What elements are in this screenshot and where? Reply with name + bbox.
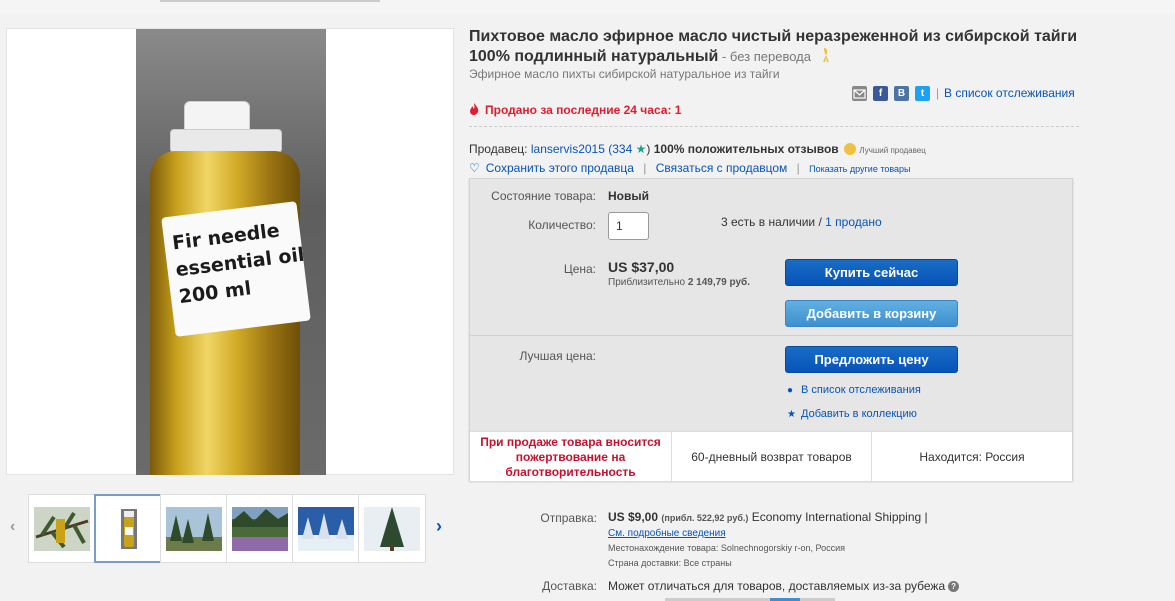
heart-icon: ♡ (469, 161, 480, 175)
title-separator: - (718, 49, 730, 64)
make-offer-button[interactable]: Предложить цену (785, 346, 958, 373)
thumbnail-mountain-meadow[interactable] (226, 494, 294, 563)
add-collection-label: Добавить в коллекцию (801, 408, 917, 420)
buybox-watch-link[interactable]: ● В список отслеживания (787, 384, 921, 396)
product-subtitle: Эфирное масло пихты сибирской натурально… (469, 67, 780, 81)
bottle-label: Fir needle essential oil 200 ml (161, 201, 311, 337)
shipping-details-link[interactable]: См. подробные сведения (608, 528, 726, 539)
bottle-thumb-image (101, 507, 157, 551)
shipping-price: US $9,00 (608, 510, 659, 524)
add-to-cart-button[interactable]: Добавить в корзину (785, 300, 958, 327)
top-strip (0, 0, 1175, 14)
stock-info: 3 есть в наличии / 1 продано (721, 215, 882, 229)
approx-value: 2 149,79 руб. (687, 277, 751, 288)
thumbnail-prev-icon[interactable]: ‹ (10, 518, 15, 536)
contact-seller-link[interactable]: Связаться с продавцом (656, 161, 788, 175)
thumbnail-next-icon[interactable]: › (436, 516, 442, 537)
meadow-thumb-image (232, 507, 288, 551)
approx-prefix: Приблизительно (608, 277, 688, 288)
item-location: Местонахождение товара: Solnechnogorskiy… (608, 543, 845, 553)
other-items-link[interactable]: Показать другие товары (809, 164, 910, 174)
star-icon: ★ (787, 409, 796, 420)
bottle-graphic: Fir needle essential oil 200 ml (150, 91, 311, 475)
delivery-text: Может отличаться для товаров, доставляем… (608, 579, 946, 593)
charity-text[interactable]: При продаже товара вносится пожертвовани… (470, 435, 671, 480)
sold-24h-text: Продано за последние 24 часа: 1 (485, 103, 682, 117)
sold-24h-alert: Продано за последние 24 часа: 1 (469, 102, 681, 117)
snow-forest-thumb-image (298, 507, 354, 551)
location-cell: Находится: Россия (872, 432, 1072, 482)
ribbon-icon (823, 48, 830, 62)
returns-text: 60-дневный возврат товаров (691, 450, 852, 464)
buy-box: Состояние товара: Новый Количество: 1 3 … (469, 178, 1073, 482)
seller-actions: ♡ Сохранить этого продавца | Связаться с … (469, 161, 911, 175)
shipping-service: Economy International Shipping | (751, 510, 928, 524)
bottle-label-text: Fir needle essential oil 200 ml (171, 219, 306, 309)
product-title: Пихтовое масло эфирное масло чистый нера… (469, 27, 1089, 67)
thumbnail-fir-tree[interactable] (358, 494, 426, 563)
add-collection-link[interactable]: ★ Добавить в коллекцию (787, 408, 917, 420)
top-seller-medal-icon (844, 143, 857, 155)
seller-info: Продавец: lanservis2015 (334 ★) 100% пол… (469, 141, 926, 156)
seller-label: Продавец: (469, 142, 528, 156)
save-seller-link[interactable]: Сохранить этого продавца (486, 161, 634, 175)
thumbnail-bottle[interactable] (94, 494, 162, 563)
feedback-close-paren: ) (646, 142, 651, 156)
buybox-info-cells: При продаже товара вносится пожертвовани… (470, 431, 1072, 482)
price-value: US $37,00 (608, 259, 675, 275)
seller-separator-2: | (796, 161, 800, 175)
share-separator: | (936, 86, 940, 100)
delivery-value: Может отличаться для товаров, доставляем… (608, 579, 960, 593)
buy-now-button[interactable]: Купить сейчас (785, 259, 958, 286)
shipping-approx: (прибл. 522,92 руб.) (661, 513, 749, 523)
flame-icon (470, 103, 479, 115)
seller-separator-1: | (643, 161, 647, 175)
condition-label: Состояние товара: (491, 189, 596, 203)
email-icon[interactable] (852, 86, 867, 101)
info-icon[interactable]: ? (948, 581, 960, 592)
ship-to-countries: Страна доставки: Все страны (608, 558, 732, 568)
thumbnail-snow-forest[interactable] (292, 494, 360, 563)
cap-base (170, 129, 282, 153)
shipping-value: US $9,00 (прибл. 522,92 руб.) Economy In… (608, 510, 928, 524)
delivery-label: Доставка: (542, 579, 597, 593)
charity-cell: При продаже товара вносится пожертвовани… (470, 432, 672, 482)
watchlist-link[interactable]: В список отслеживания (944, 86, 1075, 100)
quantity-label: Количество: (528, 218, 596, 232)
shipping-label: Отправка: (540, 511, 597, 525)
best-offer-label: Лучшая цена: (519, 349, 596, 363)
positive-feedback: 100% положительных отзывов (653, 142, 839, 156)
location-text: Находится: Россия (919, 450, 1025, 464)
twitter-icon[interactable]: t (915, 86, 930, 101)
returns-cell: 60-дневный возврат товаров (672, 432, 872, 482)
forest-thumb-image (166, 507, 222, 551)
eye-icon: ● (787, 385, 794, 396)
top-seller-label: Лучший продавец (859, 146, 926, 155)
no-translation-label: без перевода (729, 49, 811, 64)
dashed-divider (469, 126, 1079, 127)
sold-count-link[interactable]: 1 продано (825, 215, 882, 229)
buybox-divider (470, 335, 1072, 336)
thumbnail-strip: ‹ › (10, 494, 450, 563)
feedback-star-icon: ★ (635, 142, 647, 156)
main-product-image[interactable]: Fir needle essential oil 200 ml (6, 28, 454, 475)
condition-value: Новый (608, 189, 649, 203)
branch-thumb-image (34, 507, 90, 551)
facebook-icon[interactable]: f (873, 86, 888, 101)
stock-separator: / (815, 215, 826, 229)
quantity-input[interactable]: 1 (608, 212, 649, 240)
fir-tree-thumb-image (364, 507, 420, 551)
price-label: Цена: (563, 262, 596, 276)
approx-price: Приблизительно 2 149,79 руб. (608, 277, 750, 288)
thumbnail-forest[interactable] (160, 494, 228, 563)
seller-name-link[interactable]: lanservis2015 (531, 142, 605, 156)
buybox-watch-label: В список отслеживания (801, 384, 921, 396)
thumbnail-branch[interactable] (28, 494, 96, 563)
vkontakte-icon[interactable]: B (894, 86, 909, 101)
top-strip-segment (160, 0, 380, 2)
feedback-count-link[interactable]: (334 (608, 142, 632, 156)
stock-text: 3 есть в наличии (721, 215, 816, 229)
product-photo: Fir needle essential oil 200 ml (136, 29, 326, 475)
